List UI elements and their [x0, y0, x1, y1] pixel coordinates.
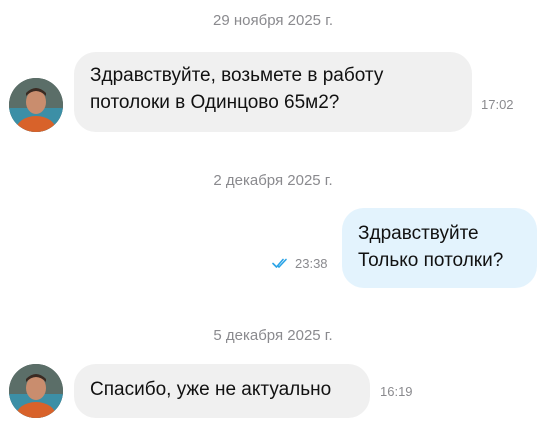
- message-bubble-incoming[interactable]: Здравствуйте, возьмете в работу потолоки…: [74, 52, 472, 132]
- double-check-icon: [272, 258, 287, 268]
- message-bubble-outgoing[interactable]: Здравствуйте Только потолки?: [342, 208, 537, 288]
- message-text: Здравствуйте, возьмете в работу: [90, 65, 384, 86]
- message-text: Здравствуйте: [358, 223, 479, 244]
- chat-thread: 29 ноября 2025 г. Здравствуйте, возьмете…: [0, 0, 546, 431]
- message-time: 23:38: [295, 256, 328, 271]
- message-bubble-incoming[interactable]: Спасибо, уже не актуально: [74, 364, 370, 418]
- message-text: Только потолки?: [358, 250, 504, 271]
- date-separator: 2 декабря 2025 г.: [213, 172, 333, 189]
- message-text: потолоки в Одинцово 65м2?: [90, 92, 340, 113]
- date-separator: 29 ноября 2025 г.: [213, 12, 333, 29]
- message-time: 17:02: [481, 97, 514, 112]
- sender-avatar[interactable]: [9, 78, 63, 132]
- date-separator: 5 декабря 2025 г.: [213, 327, 333, 344]
- sender-avatar[interactable]: [9, 364, 63, 418]
- message-text: Спасибо, уже не актуально: [90, 379, 332, 400]
- message-time: 16:19: [380, 384, 413, 399]
